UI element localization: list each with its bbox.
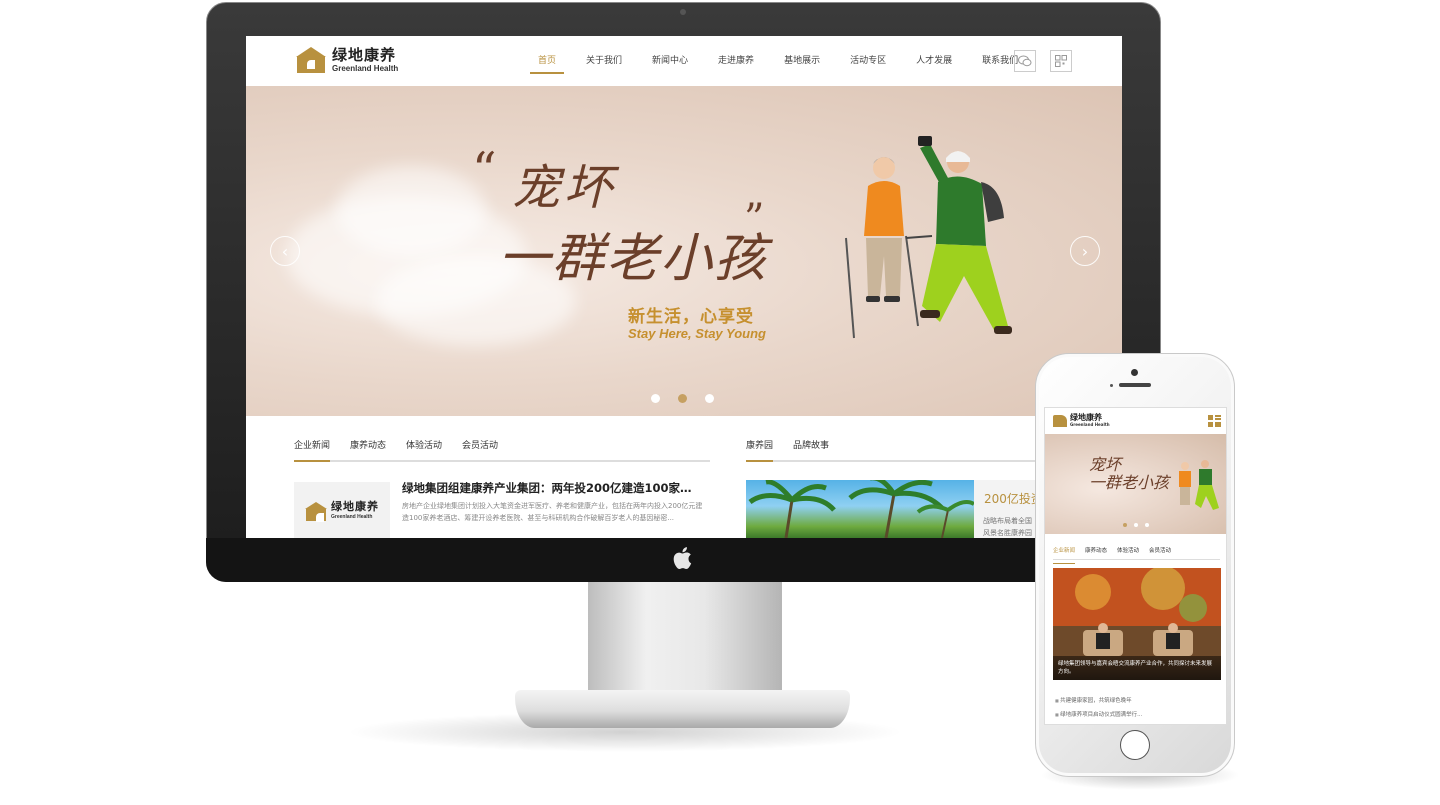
mobile-logo-cn: 绿地康养: [1070, 413, 1102, 422]
nav-item-health[interactable]: 走进康养: [710, 36, 762, 86]
mobile-calligraphy-line2: 一群老小孩: [1089, 473, 1170, 492]
tab-member-events[interactable]: 会员活动: [462, 438, 498, 460]
mobile-calligraphy-line1: 宠坏: [1089, 455, 1122, 474]
desktop-screen: 绿地康养 Greenland Health 首页 关于我们 新闻中心 走进康养 …: [246, 36, 1122, 538]
nav-item-bases[interactable]: 基地展示: [776, 36, 828, 86]
banner-slogan-cn: 新生活，心享受: [628, 307, 754, 327]
nav-item-news[interactable]: 新闻中心: [644, 36, 696, 86]
mobile-tab-experience[interactable]: 体验活动: [1117, 546, 1139, 559]
nav-item-activities[interactable]: 活动专区: [842, 36, 894, 86]
banner-dot-2[interactable]: [678, 394, 687, 403]
tab-company-news[interactable]: 企业新闻: [294, 438, 331, 462]
news-item-title[interactable]: 绿地集团组建康养产业集团：两年投200亿建造100家养老...: [402, 480, 702, 496]
banner-pagination: [651, 394, 714, 403]
logo-house-icon: [305, 501, 327, 522]
mobile-tab-company-news[interactable]: 企业新闻: [1053, 546, 1076, 564]
mobile-header: 绿地康养 Greenland Health: [1045, 408, 1226, 434]
quote-open-glyph: “: [472, 142, 497, 198]
nav-item-about[interactable]: 关于我们: [578, 36, 630, 86]
imac-stand: [588, 580, 782, 700]
mobile-banner-dot-2[interactable]: [1134, 523, 1138, 527]
feature-desc-2: 风景名胜康养园: [983, 529, 1032, 537]
mobile-screen: 绿地康养 Greenland Health 宠坏 一群老小孩 企业新闻 康养动态…: [1044, 407, 1227, 725]
tab-health-updates[interactable]: 康养动态: [350, 438, 386, 460]
apple-logo-icon: [670, 546, 694, 572]
imac-base: [515, 690, 850, 728]
mobile-menu-icon[interactable]: [1208, 415, 1221, 427]
mobile-banner-dot-1[interactable]: [1123, 523, 1127, 527]
logo-en-text: Greenland Health: [332, 63, 399, 73]
qrcode-icon[interactable]: [1050, 50, 1072, 72]
news-thumbnail[interactable]: 绿地康养 Greenland Health: [294, 482, 390, 538]
tab-health-park[interactable]: 康养园: [746, 438, 774, 462]
mobile-calligraphy: 宠坏 一群老小孩: [1089, 456, 1169, 492]
phone-speaker: [1119, 383, 1151, 387]
nav-item-careers[interactable]: 人才发展: [908, 36, 960, 86]
news-item-desc: 房地产企业绿地集团计划投入大笔资金进军医疗、养老和健康产业，包括在两年内投入20…: [402, 502, 703, 522]
main-nav: 首页 关于我们 新闻中心 走进康养 基地展示 活动专区 人才发展 联系我们: [530, 36, 1040, 86]
tab-brand-story[interactable]: 品牌故事: [793, 438, 829, 460]
site-header: 绿地康养 Greenland Health 首页 关于我们 新闻中心 走进康养 …: [246, 36, 1122, 86]
mobile-hikers-illustration: [1179, 460, 1219, 510]
mobile-tab-health-updates[interactable]: 康养动态: [1085, 546, 1107, 559]
wechat-icon[interactable]: [1014, 50, 1036, 72]
mobile-logo-en: Greenland Health: [1070, 422, 1110, 427]
content-section: 企业新闻 康养动态 体验活动 会员活动 绿地康养 Greenland Healt…: [246, 416, 1122, 538]
tab-experience[interactable]: 体验活动: [406, 438, 442, 460]
mobile-hero-banner: 宠坏 一群老小孩: [1045, 434, 1226, 534]
nav-item-home[interactable]: 首页: [530, 36, 565, 86]
mobile-news-list: 共建健康家园，共筑绿色晚年 绿地康养项目启动仪式圆满举行...: [1055, 694, 1220, 722]
thumb-logo-cn: 绿地康养: [331, 501, 379, 513]
mobile-tab-member-events[interactable]: 会员活动: [1149, 546, 1171, 559]
banner-calligraphy-line2: 一群老小孩: [498, 229, 769, 289]
list-item[interactable]: 绿地康养项目启动仪式圆满举行...: [1055, 708, 1220, 722]
site-logo[interactable]: 绿地康养 Greenland Health: [296, 47, 398, 73]
banner-slogan-en: Stay Here, Stay Young: [628, 326, 766, 341]
feature-desc-1: 战略布局着全国: [983, 517, 1032, 525]
mobile-news-photo[interactable]: 绿地集团领导与嘉宾会晤交流康养产业合作，共同探讨未来发展方向。: [1053, 568, 1221, 680]
palm-tree-image[interactable]: [746, 480, 974, 538]
banner-prev-button[interactable]: ‹: [270, 236, 300, 266]
mobile-photo-caption: 绿地集团领导与嘉宾会晤交流康养产业合作，共同探讨未来发展方向。: [1053, 656, 1221, 680]
mobile-news-tabs: 企业新闻 康养动态 体验活动 会员活动: [1053, 546, 1220, 564]
mobile-logo-house-icon: [1053, 414, 1067, 427]
hikers-illustration: [845, 136, 1012, 339]
banner-dot-3[interactable]: [705, 394, 714, 403]
banner-next-button[interactable]: ›: [1070, 236, 1100, 266]
imac-camera: [680, 9, 686, 15]
logo-cn-text: 绿地康养: [332, 46, 397, 64]
list-item[interactable]: 共建健康家园，共筑绿色晚年: [1055, 694, 1220, 708]
hero-banner: “ 宠坏 一群老小孩 ” 新生活，心享受 Stay Here, Stay You…: [246, 86, 1122, 416]
news-tabs: 企业新闻 康养动态 体验活动 会员活动: [294, 438, 710, 462]
banner-calligraphy-line1: 宠坏: [512, 160, 617, 216]
mobile-banner-dot-3[interactable]: [1145, 523, 1149, 527]
thumb-logo-en: Greenland Health: [331, 514, 373, 520]
phone-camera: [1131, 369, 1138, 376]
banner-dot-1[interactable]: [651, 394, 660, 403]
quote-close-glyph: ”: [744, 196, 765, 242]
logo-house-icon: [296, 47, 326, 73]
mobile-logo[interactable]: 绿地康养 Greenland Health: [1053, 414, 1110, 427]
phone-home-button[interactable]: [1120, 730, 1150, 760]
mobile-banner-pagination: [1123, 523, 1149, 527]
phone-sensor: [1110, 384, 1113, 387]
